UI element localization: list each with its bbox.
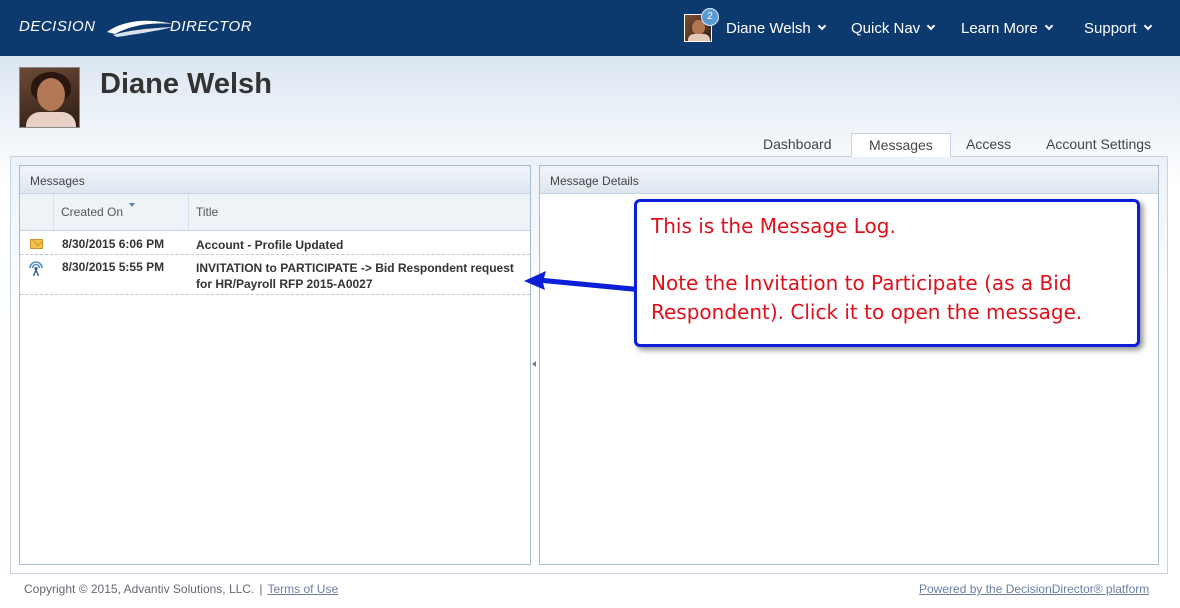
brand-word-1: DECISION [19, 18, 96, 35]
callout-line-2: Note the Invitation to Participate (as a… [651, 271, 1083, 324]
column-label: Created On [61, 205, 124, 219]
title-cell: Account - Profile Updated [196, 238, 344, 252]
terms-of-use-link[interactable]: Terms of Use [267, 582, 338, 596]
tab-access[interactable]: Access [966, 133, 1011, 157]
copyright-text: Copyright © 2015, Advantiv Solutions, LL… [24, 582, 255, 596]
created-on-cell: 8/30/2015 6:06 PM [62, 237, 165, 251]
chevron-down-icon [817, 21, 827, 31]
nav-quick-nav[interactable]: Quick Nav [851, 18, 936, 38]
title-cell: INVITATION to PARTICIPATE -> Bid Respond… [196, 261, 514, 291]
nav-support[interactable]: Support [1084, 18, 1152, 38]
top-navigation-bar: DECISION DIRECTOR Diane Welsh 2 Quick Na… [0, 0, 1180, 56]
user-menu-label: Diane Welsh [726, 19, 811, 37]
page-title: Diane Welsh [100, 68, 272, 100]
powered-by-link[interactable]: Powered by the DecisionDirector® platfor… [919, 582, 1149, 596]
table-row[interactable]: 8/30/2015 6:06 PM Account - Profile Upda… [20, 232, 530, 255]
nav-item-label: Learn More [961, 19, 1038, 37]
column-created-on[interactable]: Created On [53, 194, 188, 230]
brand-word-2: DIRECTOR [170, 18, 253, 35]
sort-descending-icon [129, 203, 135, 207]
nav-learn-more[interactable]: Learn More [961, 18, 1053, 38]
envelope-icon [30, 239, 43, 249]
chevron-down-icon [926, 21, 936, 31]
column-title[interactable]: Title [188, 194, 531, 230]
created-on-cell: 8/30/2015 5:55 PM [62, 260, 165, 274]
panel-splitter-handle[interactable] [532, 361, 536, 367]
tutorial-callout: This is the Message Log. Note the Invita… [634, 199, 1140, 347]
nav-item-label: Quick Nav [851, 19, 921, 37]
messages-panel-header: Messages [20, 166, 530, 194]
notification-badge[interactable]: 2 [701, 8, 719, 26]
tab-account-settings[interactable]: Account Settings [1046, 133, 1151, 157]
nav-item-label: Support [1084, 19, 1137, 37]
swoosh-icon [107, 20, 173, 37]
footer-separator: | [259, 582, 263, 596]
callout-arrow [524, 271, 638, 292]
chevron-down-icon [1143, 21, 1152, 31]
profile-photo [19, 67, 80, 128]
column-label: Title [196, 205, 219, 219]
footer-copyright: Copyright © 2015, Advantiv Solutions, LL… [24, 582, 338, 596]
chevron-down-icon [1044, 21, 1053, 31]
broadcast-icon [29, 261, 43, 277]
messages-panel: Messages Created On Title 8/30/2015 6:06… [19, 165, 531, 565]
table-row[interactable]: 8/30/2015 5:55 PM INVITATION to PARTICIP… [20, 255, 530, 295]
tab-dashboard[interactable]: Dashboard [763, 133, 832, 157]
callout-line-1: This is the Message Log. [651, 214, 896, 238]
tab-messages[interactable]: Messages [851, 133, 951, 157]
messages-grid-header: Created On Title [20, 194, 530, 231]
message-details-header: Message Details [540, 166, 1158, 194]
